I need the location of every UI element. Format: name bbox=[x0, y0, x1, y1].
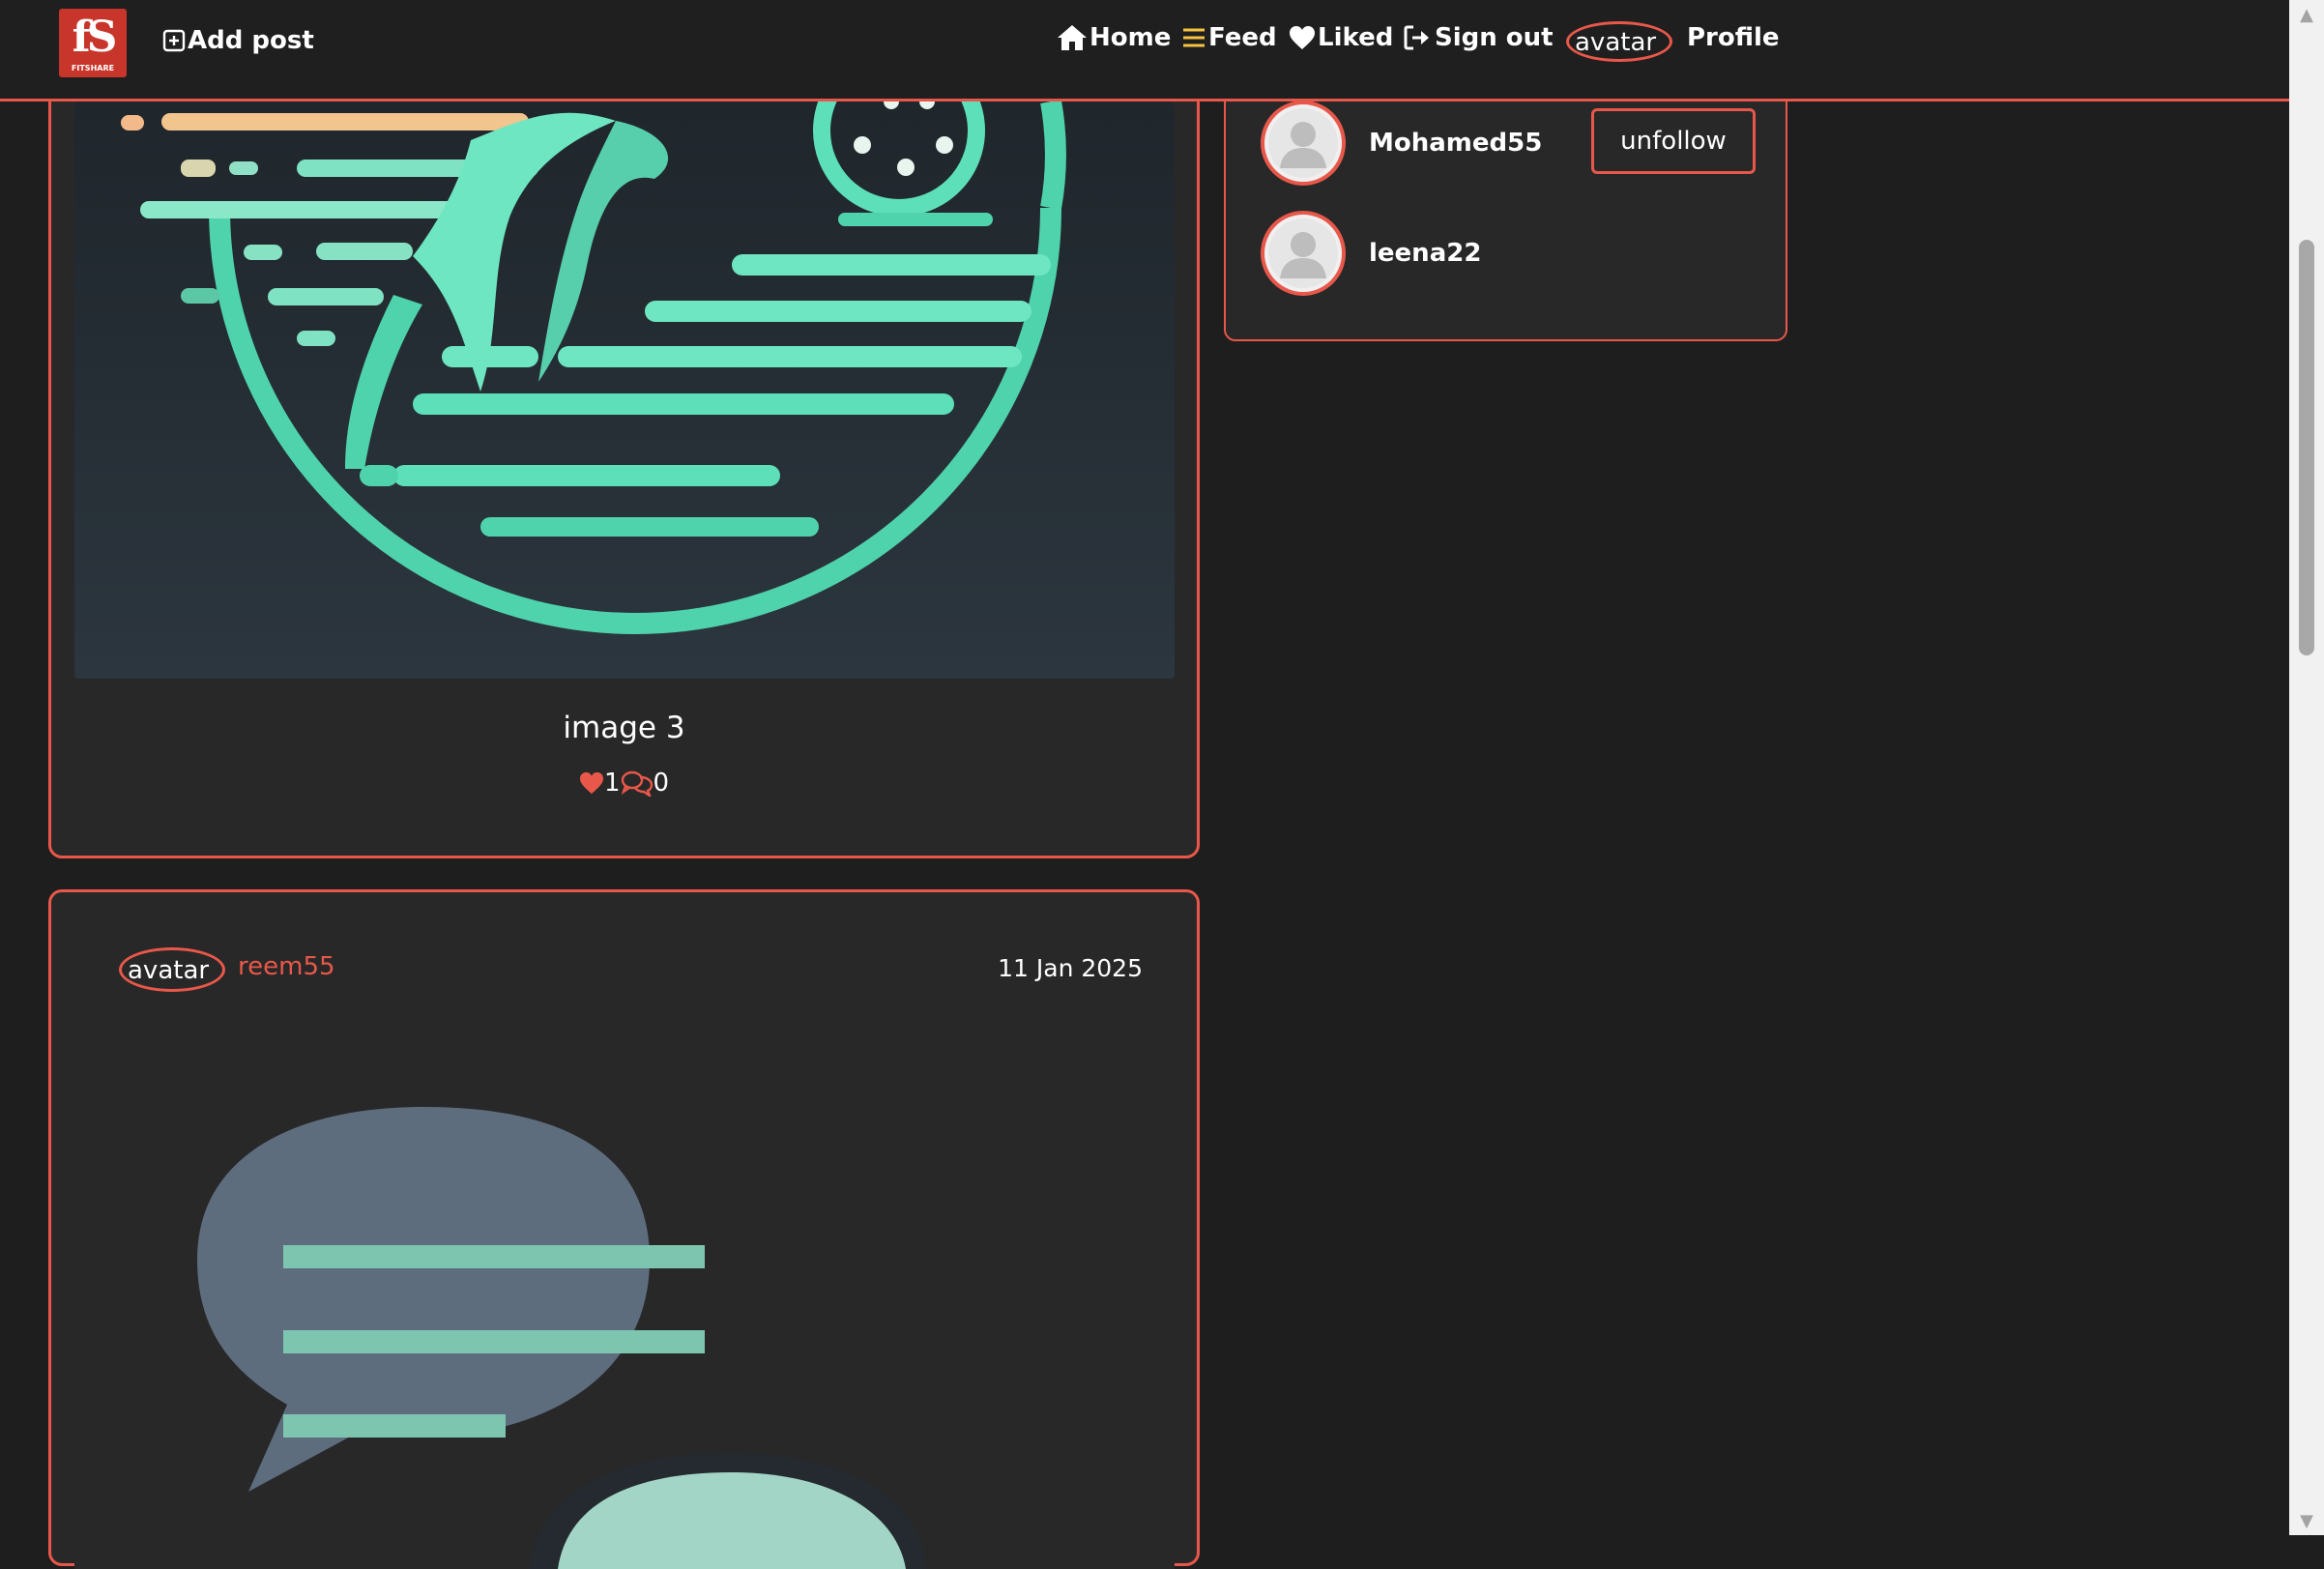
heart-icon bbox=[1290, 26, 1315, 49]
like-count: 1 bbox=[603, 769, 621, 798]
logo-brand-text: FITSHARE bbox=[71, 64, 115, 73]
like-heart-icon[interactable] bbox=[579, 771, 604, 795]
user-avatar[interactable] bbox=[1261, 211, 1346, 296]
comment-count: 0 bbox=[653, 769, 670, 798]
nav-home-label: Home bbox=[1089, 23, 1172, 52]
list-icon bbox=[1183, 28, 1205, 47]
post-image-graphic bbox=[74, 102, 1175, 679]
add-post-link[interactable]: Add post bbox=[162, 26, 314, 55]
nav-profile-link[interactable]: Profile bbox=[1687, 23, 1780, 52]
post-image[interactable] bbox=[74, 102, 1175, 679]
user-name[interactable]: leena22 bbox=[1369, 239, 1481, 268]
vertical-scrollbar[interactable]: ▲ ▼ bbox=[2289, 0, 2324, 1535]
comments-icon[interactable] bbox=[621, 770, 654, 797]
nav-home-link[interactable]: Home bbox=[1057, 23, 1171, 52]
default-user-icon bbox=[1268, 108, 1338, 178]
default-user-icon bbox=[1268, 218, 1338, 288]
plus-square-icon bbox=[162, 29, 186, 52]
post-title: image 3 bbox=[563, 711, 685, 745]
nav-feed-link[interactable]: Feed bbox=[1181, 23, 1277, 52]
nav-liked-label: Liked bbox=[1318, 23, 1394, 52]
post-date: 11 Jan 2025 bbox=[998, 954, 1143, 982]
post-card: image 3 1 0 bbox=[48, 39, 1200, 858]
top-navbar: fS FITSHARE Add post Home Feed Liked Sig… bbox=[0, 0, 2289, 102]
post-stats: 1 0 bbox=[51, 769, 1197, 798]
following-user-row[interactable]: Mohamed55 bbox=[1261, 101, 1542, 186]
profile-avatar[interactable]: avatar bbox=[1566, 21, 1672, 62]
post-author-link[interactable]: reem55 bbox=[238, 952, 335, 981]
post-card: avatar reem55 11 Jan 2025 bbox=[48, 889, 1200, 1569]
post-image[interactable] bbox=[74, 1047, 1175, 1569]
following-user-row[interactable]: leena22 bbox=[1261, 211, 1481, 296]
user-name[interactable]: Mohamed55 bbox=[1369, 129, 1542, 158]
scroll-down-arrow-icon[interactable]: ▼ bbox=[2289, 1506, 2324, 1535]
nav-liked-link[interactable]: Liked bbox=[1289, 23, 1393, 52]
scrollbar-thumb[interactable] bbox=[2299, 240, 2314, 655]
nav-feed-label: Feed bbox=[1208, 23, 1277, 52]
avatar-alt-text: avatar bbox=[128, 956, 210, 985]
unfollow-button[interactable]: unfollow bbox=[1591, 108, 1756, 174]
avatar-alt-text: avatar bbox=[1575, 28, 1657, 57]
nav-signout-label: Sign out bbox=[1435, 23, 1554, 52]
post-author-avatar[interactable]: avatar bbox=[119, 947, 225, 992]
user-avatar[interactable] bbox=[1261, 101, 1346, 186]
nav-signout-link[interactable]: Sign out bbox=[1404, 23, 1554, 52]
chat-bubble-graphic bbox=[197, 1107, 925, 1569]
scroll-up-arrow-icon[interactable]: ▲ bbox=[2289, 0, 2324, 29]
sign-out-icon bbox=[1404, 25, 1429, 50]
add-post-label: Add post bbox=[188, 26, 314, 55]
home-icon bbox=[1058, 25, 1087, 50]
nav-profile-label: Profile bbox=[1687, 23, 1780, 52]
fitshare-logo[interactable]: fS FITSHARE bbox=[59, 9, 127, 77]
